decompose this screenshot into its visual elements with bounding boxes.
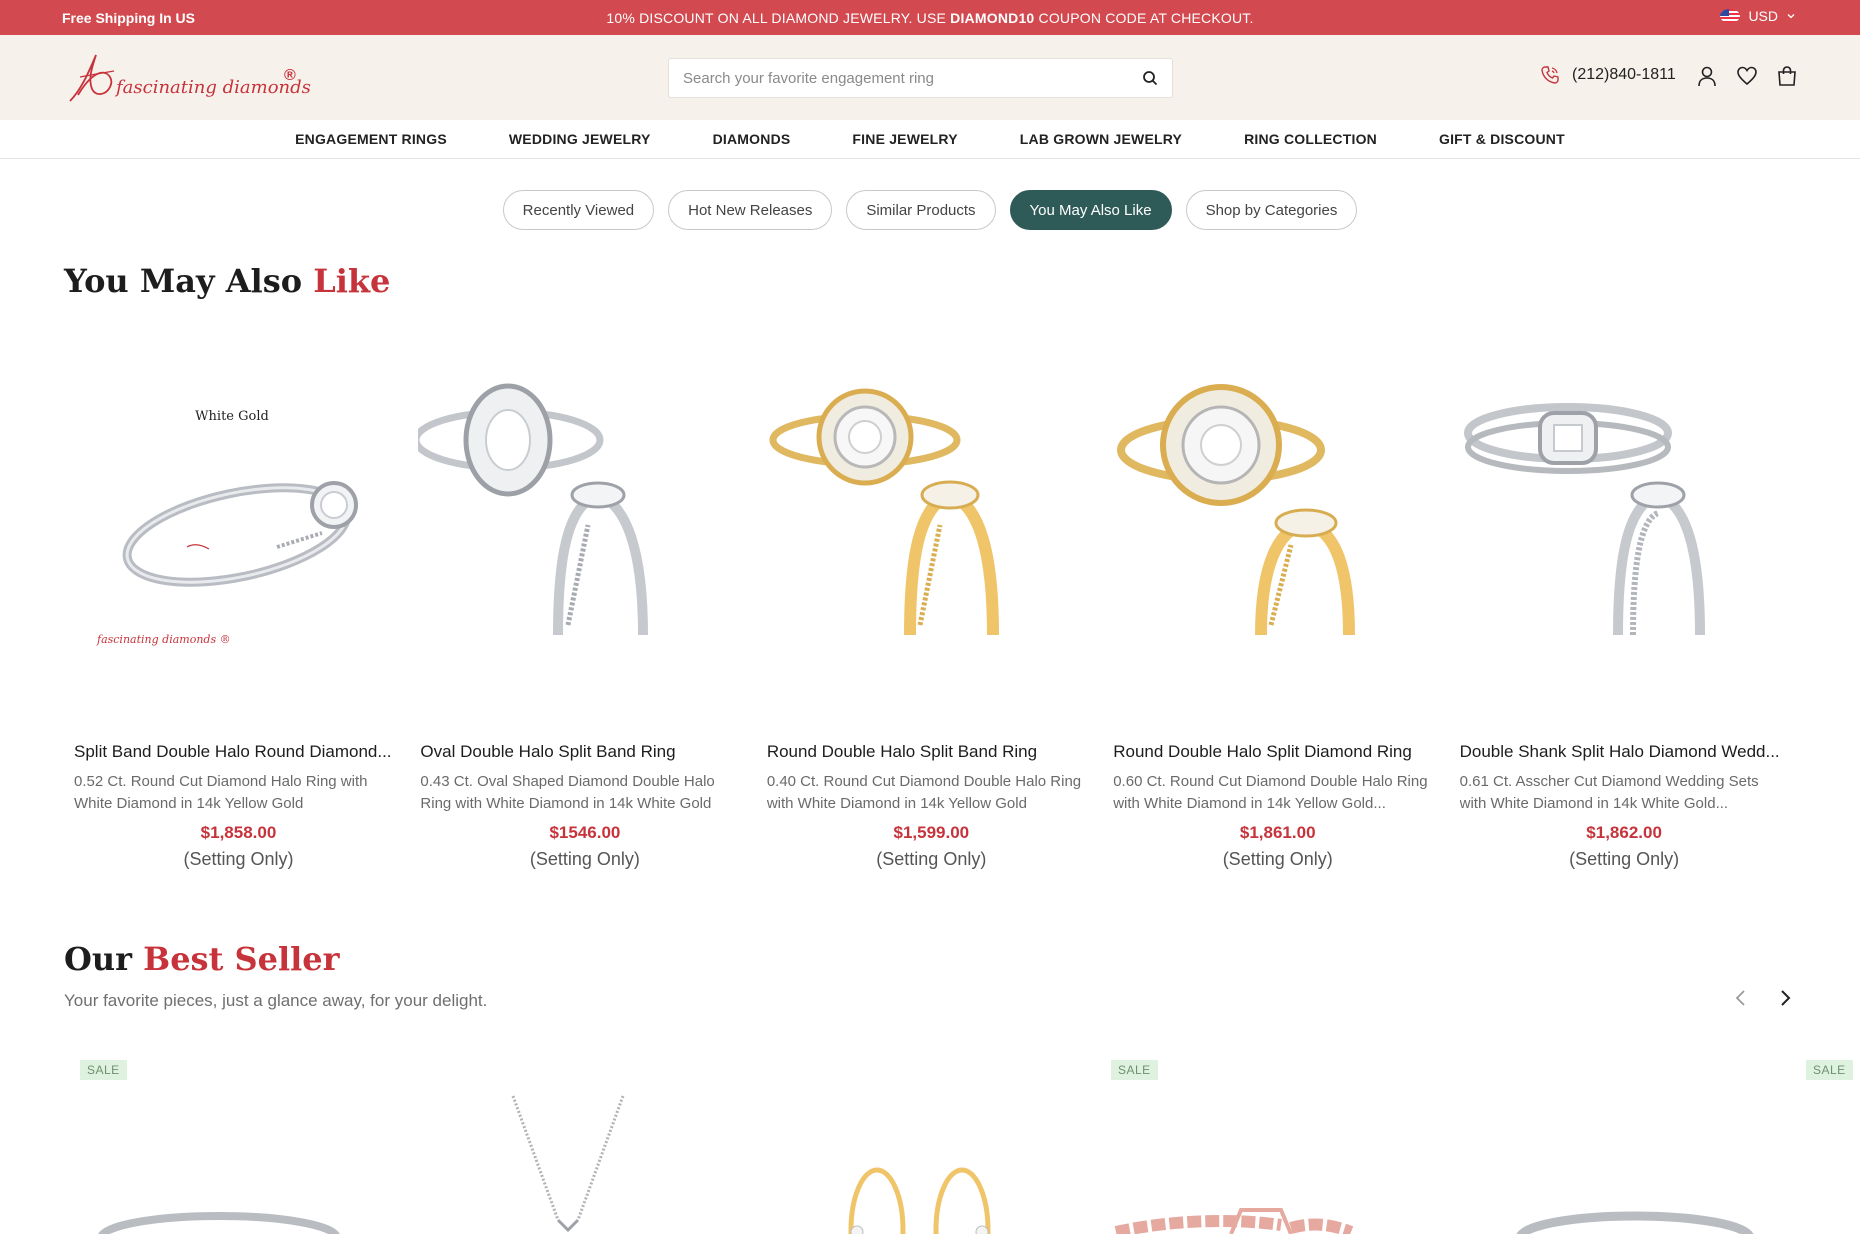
product-description: 0.52 Ct. Round Cut Diamond Halo Ring wit…	[74, 773, 368, 812]
tab-hot-new-releases[interactable]: Hot New Releases	[668, 190, 833, 230]
product-name[interactable]: Oval Double Halo Split Band Ring	[420, 742, 745, 762]
product-setting-note: (Setting Only)	[1569, 849, 1680, 869]
product-setting-note: (Setting Only)	[876, 849, 987, 869]
best-seller-card[interactable]	[762, 1060, 1092, 1234]
product-price: $1,861.00	[1239, 823, 1316, 842]
product-setting-note: (Setting Only)	[183, 849, 294, 869]
product-description: 0.60 Ct. Round Cut Diamond Double Halo R…	[1113, 773, 1428, 812]
product-image[interactable]	[412, 355, 748, 685]
product-price: $1,862.00	[1586, 823, 1662, 842]
product-description: 0.40 Ct. Round Cut Diamond Double Halo R…	[766, 773, 1082, 812]
promo-code: DIAMOND10	[950, 10, 1035, 26]
product-card[interactable]: White Gold fascinating diamonds ® Split …	[64, 355, 410, 885]
phone-number: (212)840-1811	[1572, 66, 1676, 83]
product-card[interactable]: Round Double Halo Split Band Ring 0.40 C…	[757, 355, 1103, 885]
best-seller-card[interactable]: SALE	[1806, 1060, 1860, 1234]
phone-contact[interactable]: (212)840-1811	[1540, 65, 1676, 85]
title-main: You May Also	[64, 262, 314, 300]
product-price: $1546.00	[549, 823, 621, 842]
product-image[interactable]	[1111, 1060, 1441, 1234]
product-description: 0.43 Ct. Oval Shaped Diamond Double Halo…	[420, 773, 715, 812]
tab-recently-viewed[interactable]: Recently Viewed	[502, 190, 655, 230]
nav-item-gift-discount[interactable]: GIFT & DISCOUNT	[1439, 131, 1565, 147]
promo-text: 10% DISCOUNT ON ALL DIAMOND JEWELRY. USE…	[0, 10, 1860, 26]
header-actions	[1696, 65, 1798, 87]
product-image[interactable]	[1111, 355, 1441, 685]
section-title-best-seller: Our Best Seller	[64, 940, 339, 978]
recommendation-tabs: Recently Viewed Hot New Releases Similar…	[0, 190, 1860, 230]
product-card[interactable]: Oval Double Halo Split Band Ring 0.43 Ct…	[410, 355, 756, 885]
currency-selector[interactable]: USD	[1720, 8, 1796, 24]
nav-item-diamonds[interactable]: DIAMONDS	[713, 131, 791, 147]
best-seller-carousel: SALE SALE SALE	[64, 1060, 1860, 1234]
product-image[interactable]	[64, 1060, 394, 1234]
product-card[interactable]: Round Double Halo Split Diamond Ring 0.6…	[1103, 355, 1449, 885]
cart-bag-icon[interactable]	[1776, 65, 1798, 87]
carousel-controls	[1730, 987, 1796, 1009]
search-icon[interactable]	[1142, 70, 1158, 86]
search-box	[668, 58, 1173, 98]
product-image[interactable]	[1458, 355, 1788, 685]
product-name[interactable]: Round Double Halo Split Band Ring	[767, 742, 1092, 762]
tab-similar-products[interactable]: Similar Products	[846, 190, 996, 230]
product-image[interactable]	[1460, 1060, 1790, 1234]
title-accent: Like	[313, 262, 391, 300]
main-navigation: ENGAGEMENT RINGS WEDDING JEWELRY DIAMOND…	[0, 120, 1860, 159]
currency-label: USD	[1748, 8, 1778, 24]
best-seller-card[interactable]	[413, 1060, 743, 1234]
promo-prefix: 10% DISCOUNT ON ALL DIAMOND JEWELRY. USE	[606, 10, 951, 26]
tab-you-may-also-like[interactable]: You May Also Like	[1009, 190, 1172, 230]
account-icon[interactable]	[1696, 65, 1718, 87]
announcement-bar: Free Shipping In US 10% DISCOUNT ON ALL …	[0, 0, 1860, 35]
product-image[interactable]	[413, 1060, 743, 1234]
product-price: $1,599.00	[893, 823, 970, 842]
product-card[interactable]: Double Shank Split Halo Diamond Wedd... …	[1450, 355, 1796, 885]
chevron-right-icon[interactable]	[1774, 987, 1796, 1009]
section-subtitle: Your favorite pieces, just a glance away…	[64, 991, 488, 1010]
product-name[interactable]: Round Double Halo Split Diamond Ring	[1113, 742, 1438, 762]
product-carousel: White Gold fascinating diamonds ® Split …	[64, 355, 1796, 885]
site-header: fascinating diamonds ® (212)840-1811	[0, 35, 1860, 120]
section-title-you-may-also-like: You May Also Like	[64, 262, 390, 300]
nav-item-fine-jewelry[interactable]: FINE JEWELRY	[852, 131, 957, 147]
product-image[interactable]: White Gold fascinating diamonds ®	[72, 355, 402, 685]
product-image-label: White Gold	[195, 409, 269, 424]
nav-item-wedding-jewelry[interactable]: WEDDING JEWELRY	[509, 131, 651, 147]
title-accent: Best Seller	[143, 940, 340, 978]
search-input[interactable]	[683, 59, 1123, 97]
wishlist-heart-icon[interactable]	[1736, 65, 1758, 87]
tab-shop-by-categories[interactable]: Shop by Categories	[1185, 190, 1358, 230]
svg-text:fascinating diamonds ®: fascinating diamonds ®	[96, 633, 231, 646]
best-seller-card[interactable]: SALE	[1111, 1060, 1441, 1234]
product-price: $1,858.00	[200, 823, 277, 842]
product-description: 0.61 Ct. Asscher Cut Diamond Wedding Set…	[1459, 773, 1759, 812]
logo-registered-mark: ®	[284, 67, 296, 84]
best-seller-card[interactable]: SALE	[64, 1060, 394, 1234]
product-image[interactable]	[765, 355, 1095, 685]
logo-monogram-icon	[69, 54, 115, 102]
promo-suffix: COUPON CODE AT CHECKOUT.	[1034, 10, 1254, 26]
product-setting-note: (Setting Only)	[529, 849, 640, 869]
chevron-left-icon[interactable]	[1730, 987, 1752, 1009]
phone-icon	[1541, 66, 1559, 84]
nav-item-ring-collection[interactable]: RING COLLECTION	[1244, 131, 1377, 147]
best-seller-card[interactable]	[1460, 1060, 1790, 1234]
product-setting-note: (Setting Only)	[1222, 849, 1333, 869]
nav-item-lab-grown-jewelry[interactable]: LAB GROWN JEWELRY	[1020, 131, 1182, 147]
title-main: Our	[64, 940, 144, 978]
us-flag-icon	[1720, 9, 1741, 23]
product-name[interactable]: Double Shank Split Halo Diamond Wedd...	[1460, 742, 1785, 762]
chevron-down-icon	[1787, 14, 1795, 19]
product-name[interactable]: Split Band Double Halo Round Diamond...	[74, 742, 399, 762]
product-image[interactable]	[762, 1060, 1092, 1234]
sale-badge: SALE	[1806, 1060, 1853, 1080]
site-logo[interactable]: fascinating diamonds ®	[62, 49, 312, 107]
nav-item-engagement-rings[interactable]: ENGAGEMENT RINGS	[295, 131, 447, 147]
logo-wordmark: fascinating diamonds	[116, 77, 311, 98]
